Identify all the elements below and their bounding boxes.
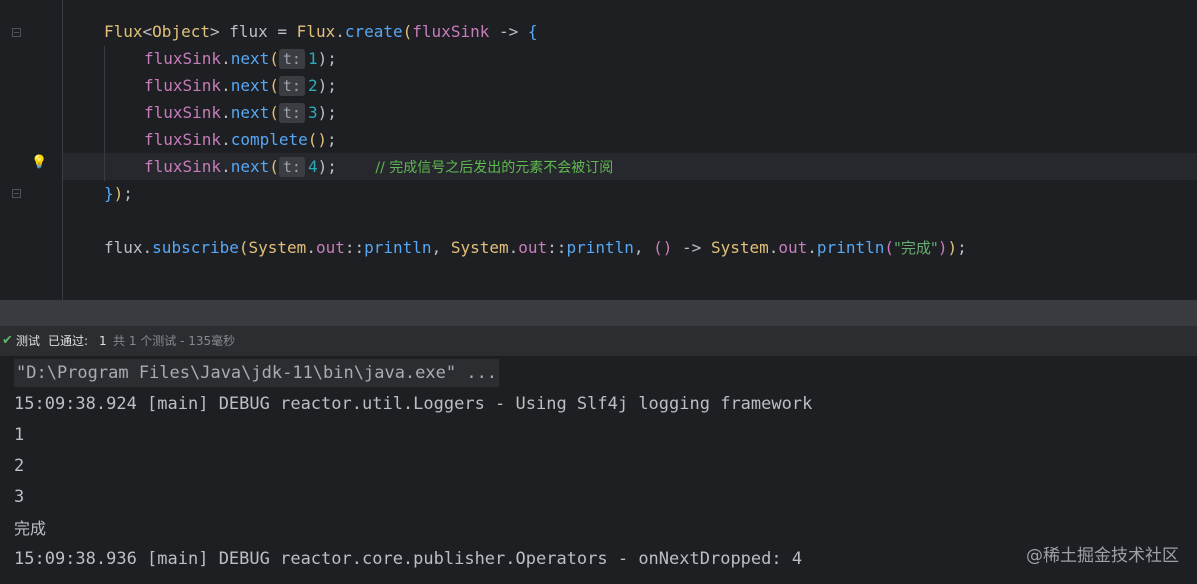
test-label: 测试 [16, 334, 41, 348]
lightbulb-icon[interactable]: 💡 [31, 155, 47, 170]
console-line: 2 [14, 456, 25, 476]
code-comment: // 完成信号之后发出的元素不会被订阅 [375, 160, 614, 176]
console-line: 完成 [14, 519, 47, 538]
test-passed-count: 1 [99, 334, 107, 348]
indent-guide [104, 46, 105, 181]
parameter-hint: t: [278, 76, 305, 96]
console-line: 15:09:38.936 [main] DEBUG reactor.core.p… [14, 549, 803, 569]
code-line-subscribe[interactable]: flux.subscribe(System.out::println, Syst… [104, 234, 967, 261]
code-line-close[interactable]: }); [104, 180, 133, 207]
run-console[interactable]: "D:\Program Files\Java\jdk-11\bin\java.e… [0, 356, 1197, 584]
panel-splitter[interactable] [0, 300, 1197, 326]
code-line-next-3[interactable]: fluxSink.next(t: 3); [144, 99, 337, 126]
code-line-next-4[interactable]: fluxSink.next(t: 4); // 完成信号之后发出的元素不会被订阅 [144, 153, 613, 180]
parameter-hint: t: [278, 157, 305, 177]
test-status-bar: ✔ 测试 已通过: 1 共 1 个测试 - 135毫秒 [0, 326, 1197, 356]
code-line-next-1[interactable]: fluxSink.next(t: 1); [144, 45, 337, 72]
console-command-line[interactable]: "D:\Program Files\Java\jdk-11\bin\java.e… [14, 358, 500, 389]
fold-marker-icon[interactable] [12, 28, 21, 37]
check-icon: ✔ [2, 333, 13, 348]
code-editor[interactable]: 💡 Flux<Object> flux = Flux.create(fluxSi… [0, 0, 1197, 300]
fold-marker-icon[interactable] [12, 189, 21, 198]
parameter-hint: t: [278, 49, 305, 69]
watermark: @稀土掘金技术社区 [1026, 546, 1179, 566]
code-line-next-2[interactable]: fluxSink.next(t: 2); [144, 72, 337, 99]
code-line-flux-create[interactable]: Flux<Object> flux = Flux.create(fluxSink… [104, 18, 538, 45]
editor-gutter: 💡 [0, 0, 63, 300]
test-passed-label: 已通过: [48, 334, 89, 348]
test-summary: 共 1 个测试 - 135毫秒 [113, 334, 236, 348]
console-line: 3 [14, 487, 25, 507]
code-line-complete[interactable]: fluxSink.complete(); [144, 126, 337, 153]
console-line: 15:09:38.924 [main] DEBUG reactor.util.L… [14, 394, 813, 414]
parameter-hint: t: [278, 103, 305, 123]
console-line: 1 [14, 425, 25, 445]
